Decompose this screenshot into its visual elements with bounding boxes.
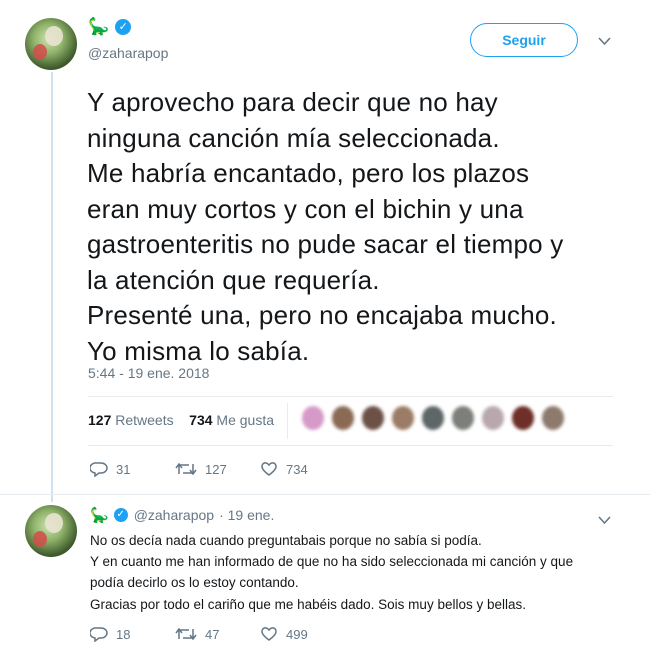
reply-text-line: Y en cuanto me han informado de que no h… <box>90 554 574 570</box>
liker-avatar[interactable] <box>482 406 504 430</box>
reply-handle[interactable]: @zaharapop <box>134 507 214 523</box>
divider <box>88 396 613 397</box>
reply-button[interactable]: 31 <box>90 461 130 477</box>
retweet-button[interactable]: 127 <box>175 461 227 477</box>
dinosaur-icon: 🦕 <box>90 506 109 524</box>
retweet-icon <box>175 462 197 476</box>
likes-stat[interactable]: 734 Me gusta <box>189 412 274 428</box>
retweets-stat[interactable]: 127 Retweets <box>88 412 174 428</box>
liker-avatar[interactable] <box>302 406 324 430</box>
tweet-text-line: la atención que requería. <box>87 264 380 295</box>
reply-button[interactable]: 18 <box>90 626 130 642</box>
heart-icon <box>261 462 277 476</box>
liker-avatar[interactable] <box>362 406 384 430</box>
tweet-text-line: Yo misma lo sabía. <box>87 335 310 366</box>
tweet-stats: 127 Retweets 734 Me gusta <box>88 412 274 428</box>
reply-count: 18 <box>116 626 131 642</box>
tweet-text: Y aprovecho para decir que no hay ningun… <box>87 85 632 369</box>
liker-avatar[interactable] <box>542 406 564 430</box>
like-button[interactable]: 499 <box>260 626 308 642</box>
tweet-text-line: Presenté una, pero no encajaba mucho. <box>87 300 557 330</box>
tweet-text-line: gastroenteritis no pude sacar el tiempo … <box>87 229 564 259</box>
heart-icon <box>261 627 277 641</box>
thread-line <box>51 72 53 502</box>
dinosaur-icon: 🦕 <box>88 17 110 36</box>
retweet-icon <box>175 627 197 641</box>
liker-avatar[interactable] <box>452 406 474 430</box>
reply-text-line: Gracias por todo el cariño que me habéis… <box>90 596 526 612</box>
liker-avatar[interactable] <box>422 406 444 430</box>
tweet-text-line: ninguna canción mía seleccionada. <box>87 122 500 153</box>
follow-button[interactable]: Seguir <box>470 23 578 57</box>
chevron-down-icon[interactable] <box>598 34 611 49</box>
retweet-count: 127 <box>205 461 227 477</box>
tweet-text-line: eran muy cortos y con el bichin y una <box>87 193 524 224</box>
reply-text-line: podía decirlo os lo estoy contando. <box>90 575 299 591</box>
tweet-text-line: Me habría encantado, pero los plazos <box>87 158 530 188</box>
liker-avatar[interactable] <box>512 406 534 430</box>
reply-text: No os decía nada cuando preguntabais por… <box>90 530 630 615</box>
tweet-timestamp[interactable]: 5:44 - 19 ene. 2018 <box>88 365 209 381</box>
reply-text-line: No os decía nada cuando preguntabais por… <box>90 533 482 548</box>
avatar[interactable] <box>25 18 77 70</box>
tweet-text-line: Y aprovecho para decir que no hay <box>87 87 498 117</box>
divider <box>0 494 650 495</box>
likes-label: Me gusta <box>216 412 275 428</box>
reply-avatar[interactable] <box>25 505 77 557</box>
stats-separator <box>287 403 288 439</box>
user-handle[interactable]: @zaharapop <box>88 45 168 61</box>
retweet-button[interactable]: 47 <box>175 626 219 642</box>
reply-icon <box>90 462 108 477</box>
retweets-count: 127 <box>88 412 112 428</box>
liker-avatar[interactable] <box>332 406 354 430</box>
likes-count: 734 <box>189 412 213 428</box>
chevron-down-icon[interactable] <box>598 513 611 528</box>
retweets-label: Retweets <box>115 412 174 428</box>
liker-avatar[interactable] <box>392 406 414 430</box>
like-button[interactable]: 734 <box>260 461 308 477</box>
retweet-count: 47 <box>205 626 220 642</box>
divider <box>88 445 613 446</box>
verified-badge-icon: ✓ <box>115 18 132 35</box>
verified-badge-icon: ✓ <box>113 508 128 522</box>
reply-header: 🦕 ✓ @zaharapop · 19 ene. <box>90 507 274 523</box>
reply-date[interactable]: · 19 ene. <box>219 507 274 523</box>
like-count: 499 <box>286 626 308 642</box>
reply-count: 31 <box>116 461 131 477</box>
reply-icon <box>90 627 108 642</box>
like-count: 734 <box>286 461 308 477</box>
